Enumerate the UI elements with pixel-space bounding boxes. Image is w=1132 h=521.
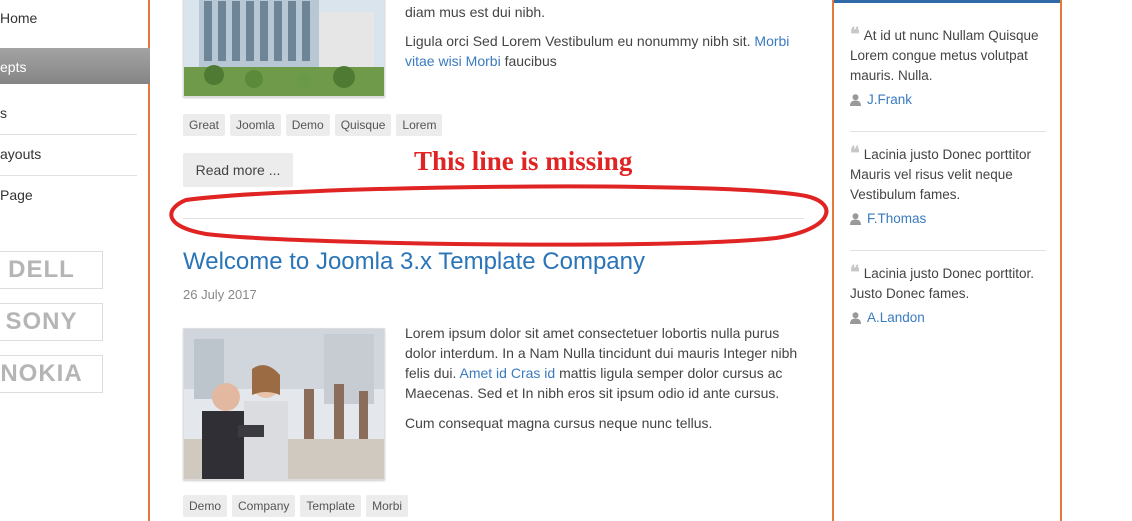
article-paragraph: Cum consequat magna cursus neque nunc te… (405, 415, 713, 431)
article-image-people[interactable] (183, 328, 385, 480)
user-icon (850, 212, 861, 225)
testimonial: ❝ Lacinia justo Donec porttitor. Justo Do… (850, 264, 1046, 325)
testimonials-column: ❝ At id ut nunc Nullam Quisque Lorem cong… (834, 0, 1062, 521)
annotation-ellipse (169, 184, 829, 247)
sidebar-item-page[interactable]: Page (0, 187, 137, 203)
tag[interactable]: Great (183, 114, 226, 136)
dell-logo[interactable]: DELL (0, 251, 103, 289)
annotation-text: This line is missing (414, 146, 633, 176)
tag[interactable]: Demo (285, 114, 330, 136)
tag[interactable]: Demo (183, 495, 228, 517)
tag[interactable]: Morbi (366, 495, 409, 517)
article-divider (183, 218, 804, 219)
tag[interactable]: Joomla (230, 114, 281, 136)
testimonial: ❝ Lacinia justo Donec porttitor Mauris ve… (850, 145, 1046, 226)
quote-icon: ❝ (850, 262, 860, 283)
testimonial: ❝ At id ut nunc Nullam Quisque Lorem cong… (850, 26, 1046, 107)
article-title[interactable]: Welcome to Joomla 3.x Template Company (183, 248, 645, 276)
nokia-logo[interactable]: NOKIA (0, 355, 103, 393)
column-top-bar (834, 0, 1060, 3)
sidebar-item-label: ayouts (0, 146, 42, 162)
article-link[interactable]: Amet id Cras id (459, 365, 555, 381)
testimonial-author[interactable]: A.Landon (850, 310, 1046, 325)
sidebar-item-home[interactable]: Home (0, 10, 137, 26)
testimonial-divider (850, 131, 1046, 132)
testimonial-divider (850, 250, 1046, 251)
tag-list: Great Joomla Demo Quisque Lorem (183, 114, 443, 136)
sidebar-item-label: Page (0, 187, 33, 203)
tag[interactable]: Quisque (334, 114, 392, 136)
sony-logo[interactable]: SONY (0, 303, 103, 341)
left-sidebar: Home epts s ayouts Page DELL SONY NOKIA (0, 0, 150, 521)
quote-icon: ❝ (850, 143, 860, 164)
article-image-building[interactable] (183, 0, 385, 97)
tag[interactable]: Template (300, 495, 362, 517)
tag[interactable]: Company (232, 495, 296, 517)
main-content: diam mus est dui nibh. Ligula orci Sed L… (152, 0, 834, 521)
article-paragraph: Lorem ipsum dolor sit amet consectetuer … (405, 325, 798, 401)
sidebar-item-layouts[interactable]: ayouts (0, 146, 137, 176)
tag-list: Demo Company Template Morbi (183, 495, 409, 517)
sidebar-item-s[interactable]: s (0, 105, 137, 135)
article-text: diam mus est dui nibh. (405, 4, 546, 20)
user-icon (850, 93, 861, 106)
sidebar-item-concepts[interactable]: epts (0, 48, 150, 84)
user-icon (850, 311, 861, 324)
sidebar-item-label: epts (0, 59, 27, 75)
quote-icon: ❝ (850, 24, 860, 45)
tag[interactable]: Lorem (396, 114, 443, 136)
testimonial-author[interactable]: J.Frank (850, 92, 1046, 107)
testimonial-author[interactable]: F.Thomas (850, 211, 1046, 226)
sidebar-item-label: s (0, 105, 7, 121)
article-paragraph: Ligula orci Sed Lorem Vestibulum eu nonu… (405, 33, 790, 69)
sidebar-item-label: Home (0, 10, 38, 26)
article-date: 26 July 2017 (183, 287, 257, 302)
